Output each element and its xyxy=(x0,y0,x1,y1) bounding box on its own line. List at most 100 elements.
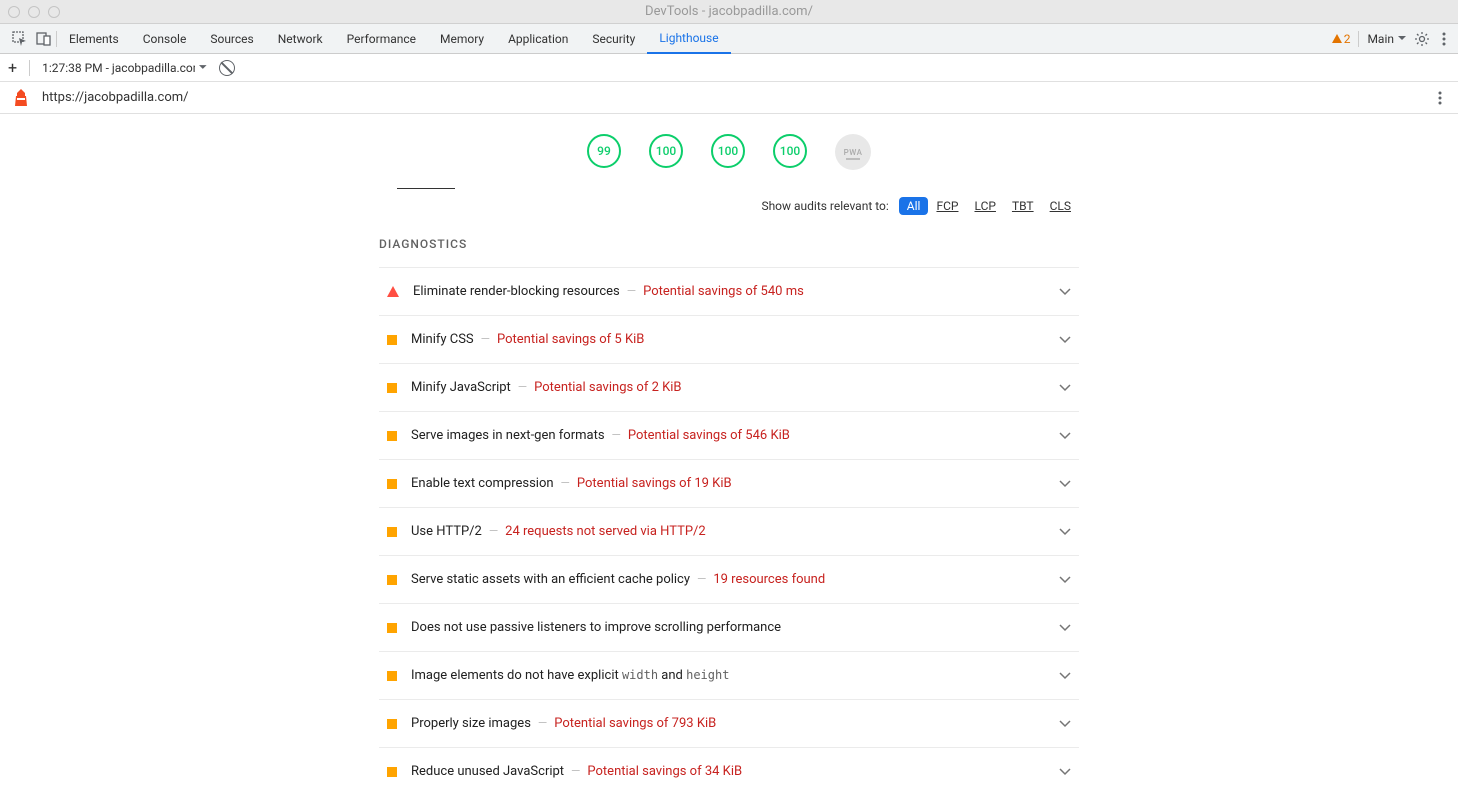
chevron-down-icon xyxy=(1059,480,1071,488)
score-gauge[interactable]: 100 xyxy=(711,134,745,168)
audit-row[interactable]: Properly size images — Potential savings… xyxy=(379,699,1079,747)
section-title: DIAGNOSTICS xyxy=(379,225,1079,267)
chevron-down-icon xyxy=(1059,624,1071,632)
audit-severity-icon xyxy=(387,383,397,393)
report-selector[interactable]: 1:27:38 PM - jacobpadilla.com xyxy=(42,61,207,75)
tab-elements[interactable]: Elements xyxy=(57,24,131,54)
audit-title: Eliminate render-blocking resources xyxy=(413,284,620,299)
close-window-button[interactable] xyxy=(8,6,20,18)
audit-row[interactable]: Reduce unused JavaScript — Potential sav… xyxy=(379,747,1079,793)
audit-row[interactable]: Serve static assets with an efficient ca… xyxy=(379,555,1079,603)
score-gauge[interactable]: 100 xyxy=(773,134,807,168)
audit-severity-icon xyxy=(387,431,397,441)
audit-title: Enable text compression xyxy=(411,476,554,491)
report-menu-icon[interactable] xyxy=(1434,90,1446,106)
inspect-element-icon[interactable] xyxy=(8,27,32,51)
filter-label: Show audits relevant to: xyxy=(761,199,888,213)
audit-row[interactable]: Enable text compression — Potential savi… xyxy=(379,459,1079,507)
audit-severity-icon xyxy=(387,479,397,489)
audit-row[interactable]: Minify CSS — Potential savings of 5 KiB xyxy=(379,315,1079,363)
tab-performance[interactable]: Performance xyxy=(335,24,428,54)
chevron-down-icon xyxy=(1059,768,1071,776)
score-gauge[interactable]: 99 xyxy=(587,134,621,168)
filter-chip-all[interactable]: All xyxy=(899,197,929,215)
audit-title: Serve static assets with an efficient ca… xyxy=(411,572,690,587)
device-toolbar-icon[interactable] xyxy=(32,27,56,51)
warning-badge[interactable]: 2 xyxy=(1332,32,1351,46)
audit-title: Properly size images xyxy=(411,716,531,731)
audit-description: Potential savings of 546 KiB xyxy=(628,428,790,443)
warning-count: 2 xyxy=(1344,32,1351,46)
tab-lighthouse[interactable]: Lighthouse xyxy=(647,24,730,54)
lighthouse-report[interactable]: 99 100 100 100 PWA Show audits relevant to: … xyxy=(0,114,1458,793)
audit-filters: Show audits relevant to: AllFCPLCPTBTCLS xyxy=(379,183,1079,225)
audit-title: Image elements do not have explicit xyxy=(411,668,622,683)
audit-row[interactable]: Use HTTP/2 — 24 requests not served via … xyxy=(379,507,1079,555)
report-url: https://jacobpadilla.com/ xyxy=(42,90,189,105)
tab-console[interactable]: Console xyxy=(131,24,199,54)
filter-chip-lcp[interactable]: LCP xyxy=(966,197,1003,215)
maximize-window-button[interactable] xyxy=(48,6,60,18)
audit-severity-icon xyxy=(387,719,397,729)
divider xyxy=(1358,31,1359,47)
divider xyxy=(29,60,30,76)
audit-title: Minify JavaScript xyxy=(411,380,511,395)
audit-severity-icon xyxy=(387,767,397,777)
chevron-down-icon xyxy=(1059,528,1071,536)
audit-description: 19 resources found xyxy=(713,572,825,587)
tab-security[interactable]: Security xyxy=(580,24,647,54)
filter-chip-fcp[interactable]: FCP xyxy=(928,197,966,215)
new-report-button[interactable]: + xyxy=(8,58,17,77)
traffic-lights xyxy=(8,6,60,18)
audit-description: Potential savings of 5 KiB xyxy=(497,332,644,347)
audit-row[interactable]: Minify JavaScript — Potential savings of… xyxy=(379,363,1079,411)
audit-title: Use HTTP/2 xyxy=(411,524,482,539)
audit-title: Minify CSS xyxy=(411,332,474,347)
tab-network[interactable]: Network xyxy=(266,24,335,54)
kebab-menu-icon[interactable] xyxy=(1438,31,1450,47)
frame-selector[interactable]: Main xyxy=(1367,32,1406,46)
audit-row[interactable]: Serve images in next-gen formats — Poten… xyxy=(379,411,1079,459)
filter-chip-tbt[interactable]: TBT xyxy=(1004,197,1042,215)
tab-application[interactable]: Application xyxy=(496,24,580,54)
audit-description: 24 requests not served via HTTP/2 xyxy=(505,524,706,539)
audit-severity-icon xyxy=(387,623,397,633)
audit-title: Reduce unused JavaScript xyxy=(411,764,564,779)
chevron-down-icon xyxy=(1059,432,1071,440)
tab-memory[interactable]: Memory xyxy=(428,24,496,54)
audit-row[interactable]: Does not use passive listeners to improv… xyxy=(379,603,1079,651)
clear-report-icon[interactable] xyxy=(219,60,235,76)
audit-row[interactable]: Eliminate render-blocking resources — Po… xyxy=(379,267,1079,315)
audit-severity-icon xyxy=(387,575,397,585)
minimize-window-button[interactable] xyxy=(28,6,40,18)
filter-chip-cls[interactable]: CLS xyxy=(1042,197,1079,215)
audit-description: Potential savings of 793 KiB xyxy=(554,716,716,731)
lighthouse-logo-icon xyxy=(12,88,30,108)
warning-triangle-icon xyxy=(1332,34,1342,43)
chevron-down-icon xyxy=(199,65,207,70)
audit-severity-icon xyxy=(387,335,397,345)
settings-gear-icon[interactable] xyxy=(1414,31,1430,47)
audit-description: Potential savings of 19 KiB xyxy=(577,476,732,491)
audit-severity-icon xyxy=(387,286,399,297)
score-gauge[interactable]: 100 xyxy=(649,134,683,168)
audit-title: Does not use passive listeners to improv… xyxy=(411,620,781,635)
diagnostics-section: DIAGNOSTICS Eliminate render-blocking re… xyxy=(379,225,1079,793)
audit-description: Potential savings of 540 ms xyxy=(643,284,804,299)
audit-description: Potential savings of 34 KiB xyxy=(587,764,742,779)
active-gauge-underline xyxy=(397,188,455,189)
score-gauge[interactable]: PWA xyxy=(835,134,871,170)
audit-severity-icon xyxy=(387,527,397,537)
chevron-down-icon xyxy=(1059,672,1071,680)
window-title: DevTools - jacobpadilla.com/ xyxy=(645,4,813,19)
chevron-down-icon xyxy=(1059,720,1071,728)
chevron-down-icon xyxy=(1059,336,1071,344)
report-selector-bar: + 1:27:38 PM - jacobpadilla.com xyxy=(0,54,1458,82)
tab-sources[interactable]: Sources xyxy=(198,24,265,54)
chevron-down-icon xyxy=(1059,288,1071,296)
url-bar: https://jacobpadilla.com/ xyxy=(0,82,1458,114)
score-gauges: 99 100 100 100 PWA xyxy=(0,134,1458,182)
chevron-down-icon xyxy=(1059,576,1071,584)
audit-row[interactable]: Image elements do not have explicit widt… xyxy=(379,651,1079,699)
titlebar: DevTools - jacobpadilla.com/ xyxy=(0,0,1458,24)
